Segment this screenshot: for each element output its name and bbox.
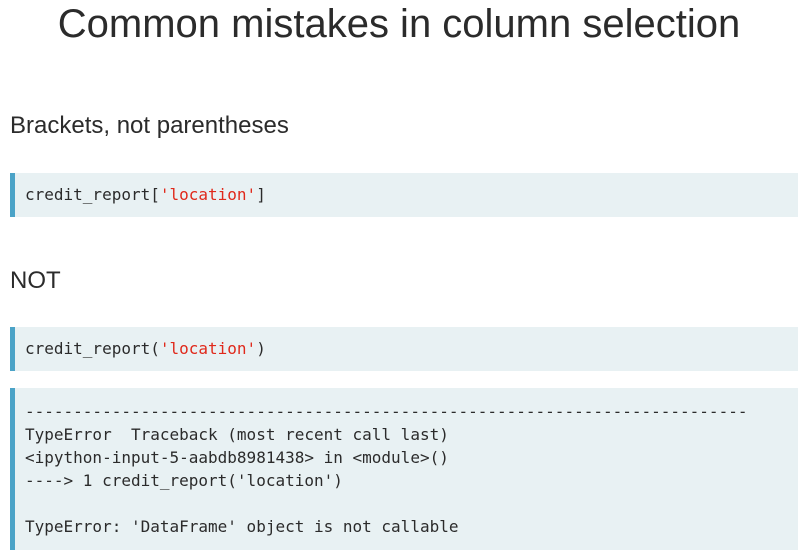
error-blank-line [25,492,798,515]
error-message: TypeError: 'DataFrame' object is not cal… [25,517,459,536]
code-text: ] [256,185,266,204]
code-block-correct: credit_report['location'] [10,173,798,217]
error-separator: ----------------------------------------… [25,402,748,421]
code-string-literal: 'location' [159,339,257,358]
code-text: credit_report[ [25,185,160,204]
error-traceback-header: TypeError Traceback (most recent call la… [25,425,449,444]
section-heading-brackets: Brackets, not parentheses [10,112,289,139]
error-input-ref: <ipython-input-5-aabdb8981438> in <modul… [25,448,449,467]
code-block-wrong: credit_report('location') [10,327,798,371]
section-heading-not: NOT [10,267,61,294]
error-output-block: ----------------------------------------… [10,388,798,550]
code-text: ) [256,339,266,358]
page-title: Common mistakes in column selection [57,2,741,46]
code-string-literal: 'location' [159,185,257,204]
error-offending-line: ----> 1 credit_report('location') [25,471,343,490]
code-text: credit_report( [25,339,160,358]
